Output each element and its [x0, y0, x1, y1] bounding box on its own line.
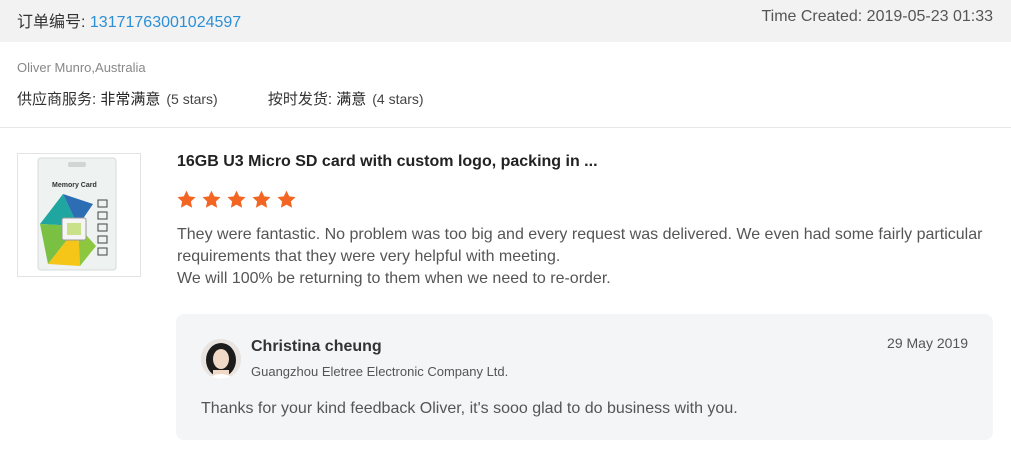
avatar — [201, 339, 241, 379]
rating-supplier-service: 供应商服务: 非常满意 (5 stars) — [17, 88, 218, 109]
review-paragraph: They were fantastic. No problem was too … — [177, 226, 983, 265]
rating-label: 按时发货: — [267, 91, 337, 108]
order-number-label: 订单编号: — [17, 14, 90, 31]
star-icon — [277, 190, 296, 208]
star-icon — [227, 190, 246, 208]
section-divider — [0, 127, 1011, 128]
rating-value: 满意 — [336, 91, 367, 108]
product-title[interactable]: 16GB U3 Micro SD card with custom logo, … — [177, 153, 598, 171]
review-paragraph: We will 100% be returning to them when w… — [177, 270, 611, 287]
memory-card-package-image: Memory Card — [37, 157, 117, 271]
thumb-label: Memory Card — [52, 182, 97, 189]
reply-company-name: Guangzhou Eletree Electronic Company Ltd… — [251, 364, 509, 379]
user-avatar-icon — [201, 339, 241, 379]
review-text: They were fantastic. No problem was too … — [177, 224, 992, 290]
star-icon — [252, 190, 271, 208]
order-header: 订单编号: 13171763001024597 Time Created: 20… — [0, 0, 1011, 42]
star-icon — [177, 190, 196, 208]
review-star-rating — [176, 189, 301, 213]
order-number-row: 订单编号: 13171763001024597 — [17, 8, 241, 32]
supplier-reply: Christina cheung Guangzhou Eletree Elect… — [176, 314, 993, 440]
rating-on-time-delivery: 按时发货: 满意 (4 stars) — [268, 88, 424, 109]
buyer-name-country: Oliver Munro,Australia — [17, 60, 146, 75]
star-icon — [202, 190, 221, 208]
rating-stars-text: (4 stars) — [372, 91, 424, 107]
reply-date: 29 May 2019 — [887, 335, 968, 351]
rating-label: 供应商服务: — [17, 91, 101, 108]
rating-value: 非常满意 — [100, 91, 161, 108]
ratings-row: 供应商服务: 非常满意 (5 stars) 按时发货: 满意 (4 stars) — [17, 88, 424, 109]
order-number-link[interactable]: 13171763001024597 — [90, 14, 241, 31]
reply-author-name: Christina cheung — [251, 338, 382, 355]
time-created: Time Created: 2019-05-23 01:33 — [761, 8, 993, 25]
rating-stars-text: (5 stars) — [166, 91, 218, 107]
reply-text: Thanks for your kind feedback Oliver, it… — [201, 400, 738, 417]
product-thumbnail[interactable]: Memory Card — [17, 153, 141, 277]
